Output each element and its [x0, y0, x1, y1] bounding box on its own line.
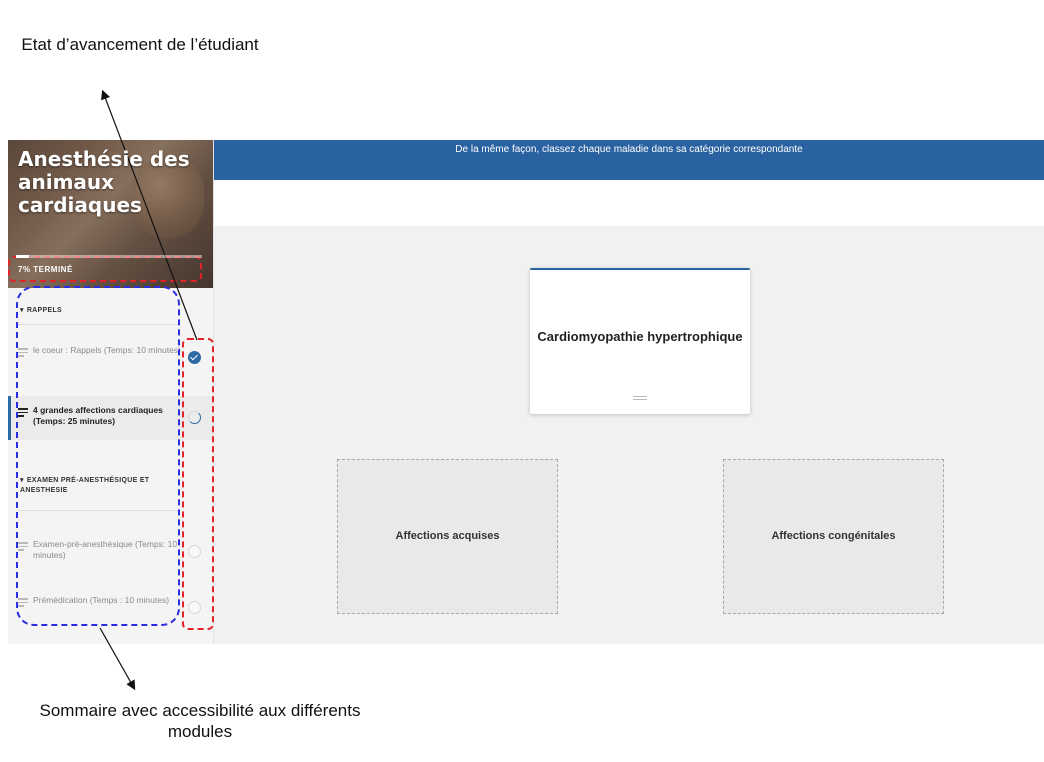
section-title: EXAMEN PRÉ-ANESTHÉSIQUE ET ANESTHESIE — [20, 477, 150, 494]
lesson-label: Examen-pré-anesthésique (Temps: 10 minut… — [33, 539, 178, 560]
draggable-card[interactable]: Cardiomyopathie hypertrophique — [530, 268, 750, 414]
lesson-label: 4 grandes affections cardiaques (Temps: … — [33, 405, 163, 426]
lesson-label: le coeur : Rappels (Temps: 10 minutes) — [33, 345, 181, 355]
instruction-bar: De la même façon, classez chaque maladie… — [214, 140, 1044, 180]
course-title: Anesthésie des animaux cardiaques — [18, 147, 190, 217]
section-header-examen[interactable]: ▾ EXAMEN PRÉ-ANESTHÉSIQUE ET ANESTHESIE — [8, 476, 180, 496]
course-header-image: Anesthésie des animaux cardiaques 7% TER… — [8, 140, 213, 288]
course-sidebar: Anesthésie des animaux cardiaques 7% TER… — [8, 140, 214, 644]
lesson-item-coeur-rappels[interactable]: le coeur : Rappels (Temps: 10 minutes) — [8, 336, 213, 380]
toc-annotation-label: Sommaire avec accessibilité aux différen… — [39, 701, 361, 741]
drop-zone-congenitales[interactable]: Affections congénitales — [723, 459, 944, 614]
course-app: Anesthésie des animaux cardiaques 7% TER… — [8, 140, 1044, 644]
divider — [18, 324, 178, 325]
drop-zone-acquises[interactable]: Affections acquises — [337, 459, 558, 614]
lesson-item-affections-cardiaques[interactable]: 4 grandes affections cardiaques (Temps: … — [8, 396, 213, 440]
card-label: Cardiomyopathie hypertrophique — [537, 329, 743, 344]
lesson-item-examen-pre-anesthesique[interactable]: Examen-pré-anesthésique (Temps: 10 minut… — [8, 530, 213, 574]
header-band — [214, 180, 1044, 226]
status-in-progress-icon — [188, 411, 201, 424]
status-not-started-icon — [188, 545, 201, 558]
section-header-rappels[interactable]: ▾ RAPPELS — [8, 306, 180, 316]
lesson-lines-icon — [18, 598, 28, 609]
lesson-lines-icon — [18, 408, 28, 419]
figure: Etat d’avancement de l’étudiant Anesthés… — [0, 0, 1044, 762]
caret-down-icon: ▾ — [20, 307, 24, 314]
progress-label: 7% TERMINÉ — [18, 265, 73, 274]
drop-zone-label: Affections acquises — [395, 530, 500, 542]
drag-handle-icon[interactable] — [633, 396, 647, 402]
caret-down-icon: ▾ — [20, 477, 24, 484]
lesson-item-premedication[interactable]: Prémédication (Temps : 10 minutes) — [8, 586, 213, 630]
divider — [18, 510, 178, 511]
progress-annotation-label: Etat d’avancement de l’étudiant — [21, 35, 259, 54]
progress-bar — [16, 255, 202, 258]
status-complete-icon — [188, 351, 201, 364]
drop-zone-label: Affections congénitales — [771, 530, 896, 542]
lesson-lines-icon — [18, 542, 28, 553]
progress-bar-fill — [16, 255, 30, 258]
lesson-lines-icon — [18, 348, 28, 359]
section-title: RAPPELS — [26, 307, 62, 314]
instruction-text: De la même façon, classez chaque maladie… — [455, 144, 803, 155]
status-not-started-icon — [188, 601, 201, 614]
activity-area: De la même façon, classez chaque maladie… — [214, 140, 1044, 644]
lesson-label: Prémédication (Temps : 10 minutes) — [33, 595, 170, 605]
